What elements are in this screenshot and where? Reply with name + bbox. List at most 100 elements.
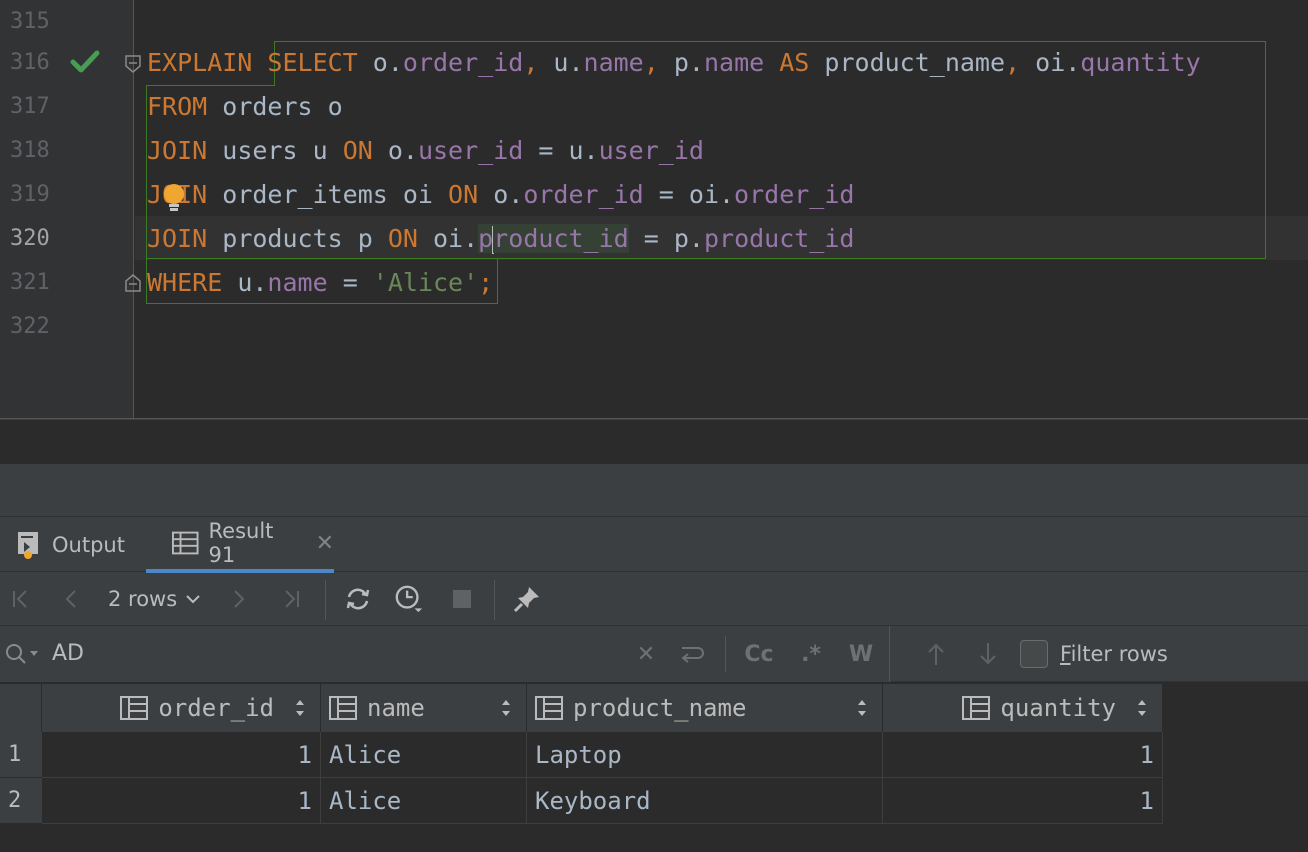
search-input[interactable] <box>52 626 612 682</box>
code-token: = oi. <box>643 180 735 209</box>
code-token: , <box>523 48 554 77</box>
results-tabbar: Output Result 91 ✕ <box>0 516 1308 573</box>
fold-icon[interactable] <box>124 54 142 74</box>
whole-word-toggle[interactable]: W <box>846 640 876 668</box>
bulb-icon[interactable] <box>162 182 186 214</box>
table-cell[interactable]: 1 <box>883 778 1163 824</box>
rows-dropdown[interactable]: 2 rows <box>108 584 201 614</box>
table-icon <box>120 696 149 720</box>
search-bar: ✕ Cc .* W Filter rows <box>0 626 1308 682</box>
code-line-319[interactable]: JOIN order_items oi ON o.order_id = oi.o… <box>147 173 854 217</box>
last-page-icon[interactable] <box>276 584 306 614</box>
code-token: FROM <box>147 92 208 121</box>
close-icon[interactable]: ✕ <box>316 531 334 556</box>
code-token: 'Alice' <box>372 268 479 297</box>
code-token: name <box>703 48 765 77</box>
code-token: = <box>327 268 373 297</box>
code-token: p. <box>673 48 704 77</box>
code-line-318[interactable]: JOIN users u ON o.user_id = u.user_id <box>147 129 704 173</box>
clear-search-icon[interactable]: ✕ <box>634 640 658 668</box>
results-panel: Output Result 91 ✕ 2 rows AD ✕ Cc .* W F… <box>0 464 1308 852</box>
code-token: p <box>478 224 494 253</box>
code-token: products p <box>207 224 388 253</box>
code-token: JOIN <box>147 224 208 253</box>
editor-bottom-area <box>0 420 1308 464</box>
regex-toggle[interactable]: .* <box>796 640 826 668</box>
code-token: orders o <box>207 92 343 121</box>
first-page-icon[interactable] <box>6 584 36 614</box>
code-token: WHERE <box>147 268 223 297</box>
sort-icon[interactable] <box>856 697 868 719</box>
table-cell[interactable]: Alice <box>321 732 527 778</box>
column-header-name[interactable]: name <box>321 684 527 732</box>
column-header-product_name[interactable]: product_name <box>527 684 883 732</box>
code-token: , <box>643 48 674 77</box>
code-token: u. <box>222 268 268 297</box>
column-label: name <box>367 694 425 722</box>
arrow-up-icon[interactable] <box>922 640 950 668</box>
sql-editor[interactable]: 315 316 317 318 319 320 321 322 EXPLAIN … <box>0 0 1308 418</box>
replace-icon[interactable] <box>676 640 706 668</box>
arrow-down-icon[interactable] <box>974 640 1002 668</box>
code-token: o. <box>372 136 418 165</box>
code-token: = u. <box>523 136 599 165</box>
table-cell[interactable]: Laptop <box>527 732 883 778</box>
sort-icon[interactable] <box>500 697 512 719</box>
tab-output[interactable]: Output <box>16 517 125 573</box>
history-icon[interactable] <box>394 584 424 614</box>
filter-rows-label[interactable]: Filter rows <box>1060 626 1168 682</box>
line-number-current: 320 <box>10 226 50 251</box>
row-number[interactable]: 2 <box>0 778 42 824</box>
code-line-321[interactable]: WHERE u.name = 'Alice'; <box>147 261 493 305</box>
prev-page-icon[interactable] <box>56 584 86 614</box>
code-token: roduct_id <box>493 224 629 253</box>
search-icon[interactable] <box>4 640 40 668</box>
next-page-icon[interactable] <box>224 584 254 614</box>
toolbar-separator <box>494 580 495 620</box>
column-header-order_id[interactable]: order_id <box>42 684 321 732</box>
grid-corner <box>0 684 42 732</box>
code-token: order_id <box>523 180 644 209</box>
code-token: ; <box>478 268 494 297</box>
search-box: ✕ Cc .* W <box>0 626 890 682</box>
code-token: SELECT <box>267 48 358 77</box>
table-icon <box>172 531 199 555</box>
filter-rows-checkbox[interactable] <box>1020 640 1048 668</box>
code-token: u. <box>553 48 584 77</box>
code-token: oi. <box>1035 48 1081 77</box>
code-token: o. <box>357 48 403 77</box>
table-cell[interactable]: 1 <box>883 732 1163 778</box>
table-cell[interactable]: Alice <box>321 778 527 824</box>
panel-header-space <box>0 464 1308 516</box>
table-cell[interactable]: 1 <box>42 778 321 824</box>
pin-icon[interactable] <box>512 584 542 614</box>
match-case-toggle[interactable]: Cc <box>740 640 778 668</box>
table-cell[interactable]: 1 <box>42 732 321 778</box>
code-line-320[interactable]: JOIN products p ON oi.product_id = p.pro… <box>147 217 854 261</box>
code-token: name <box>267 268 328 297</box>
code-token: o. <box>478 180 524 209</box>
code-token: user_id <box>598 136 704 165</box>
chevron-down-icon <box>186 595 200 604</box>
stop-icon[interactable] <box>447 584 477 614</box>
code-token: order_id <box>734 180 855 209</box>
tab-result[interactable]: Result 91 ✕ <box>146 517 334 573</box>
line-number: 316 <box>10 50 50 75</box>
column-header-quantity[interactable]: quantity <box>883 684 1163 732</box>
sort-icon[interactable] <box>294 697 306 719</box>
line-number: 321 <box>10 270 50 295</box>
line-gutter: 315 316 317 318 319 320 321 322 <box>0 0 134 418</box>
line-number: 322 <box>10 314 50 339</box>
table-cell[interactable]: Keyboard <box>527 778 883 824</box>
code-line-317[interactable]: FROM orders o <box>147 85 343 129</box>
code-token: user_id <box>417 136 524 165</box>
fold-icon[interactable] <box>124 273 142 293</box>
sort-icon[interactable] <box>1136 697 1148 719</box>
code-line-316[interactable]: EXPLAIN SELECT o.order_id, u.name, p.nam… <box>147 41 1201 85</box>
row-number[interactable]: 1 <box>0 732 42 778</box>
code-token: order_id <box>402 48 524 77</box>
code-token: name <box>583 48 644 77</box>
check-icon[interactable] <box>70 48 100 76</box>
refresh-icon[interactable] <box>343 584 373 614</box>
